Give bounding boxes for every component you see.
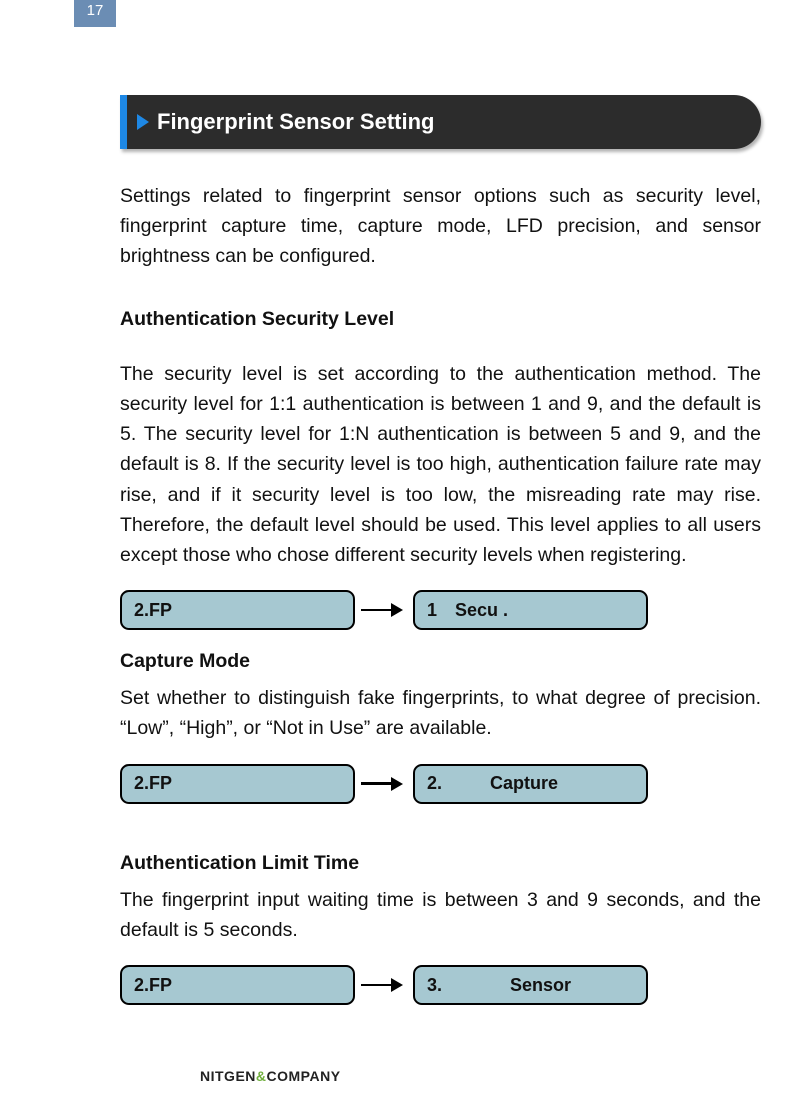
- flow-capture-mode: 2.FP 2. Capture: [120, 764, 761, 804]
- footer-brand: NITGEN&COMPANY: [200, 1068, 341, 1084]
- section-body-capture-mode: Set whether to distinguish fake fingerpr…: [120, 683, 761, 743]
- flow-to-box: 2. Capture: [413, 764, 648, 804]
- flow-auth-security: 2.FP 1 Secu .: [120, 590, 761, 630]
- flow-to-label: Sensor: [510, 975, 571, 996]
- flow-from-box: 2.FP: [120, 590, 355, 630]
- flow-to-num: 2.: [427, 773, 442, 794]
- flow-to-box: 1 Secu .: [413, 590, 648, 630]
- section-body-limit-time: The fingerprint input waiting time is be…: [120, 885, 761, 945]
- page-number-tab: 17: [74, 0, 116, 27]
- section-heading-limit-time: Authentication Limit Time: [120, 852, 761, 875]
- flow-to-box: 3. Sensor: [413, 965, 648, 1005]
- arrow-right-icon: [361, 603, 403, 617]
- flow-to-num: 3.: [427, 975, 442, 996]
- page-content: Fingerprint Sensor Setting Settings rela…: [120, 95, 761, 1011]
- section-title-bar: Fingerprint Sensor Setting: [120, 95, 761, 149]
- flow-to-label: Secu .: [455, 600, 508, 621]
- flow-to-num: 1: [427, 600, 437, 621]
- flow-to-label: Capture: [490, 773, 558, 794]
- footer-amp: &: [256, 1068, 267, 1084]
- footer-brand-b: COMPANY: [267, 1068, 341, 1084]
- section-heading-auth-security: Authentication Security Level: [120, 308, 761, 331]
- section-body-auth-security: The security level is set according to t…: [120, 359, 761, 571]
- flow-from-box: 2.FP: [120, 965, 355, 1005]
- intro-paragraph: Settings related to fingerprint sensor o…: [120, 181, 761, 272]
- arrow-right-icon: [361, 978, 403, 992]
- section-heading-capture-mode: Capture Mode: [120, 650, 761, 673]
- footer-brand-a: NITGEN: [200, 1068, 256, 1084]
- arrow-right-icon: [361, 777, 403, 791]
- title-triangle-icon: [137, 114, 149, 130]
- flow-from-box: 2.FP: [120, 764, 355, 804]
- flow-limit-time: 2.FP 3. Sensor: [120, 965, 761, 1005]
- page-title: Fingerprint Sensor Setting: [157, 109, 434, 135]
